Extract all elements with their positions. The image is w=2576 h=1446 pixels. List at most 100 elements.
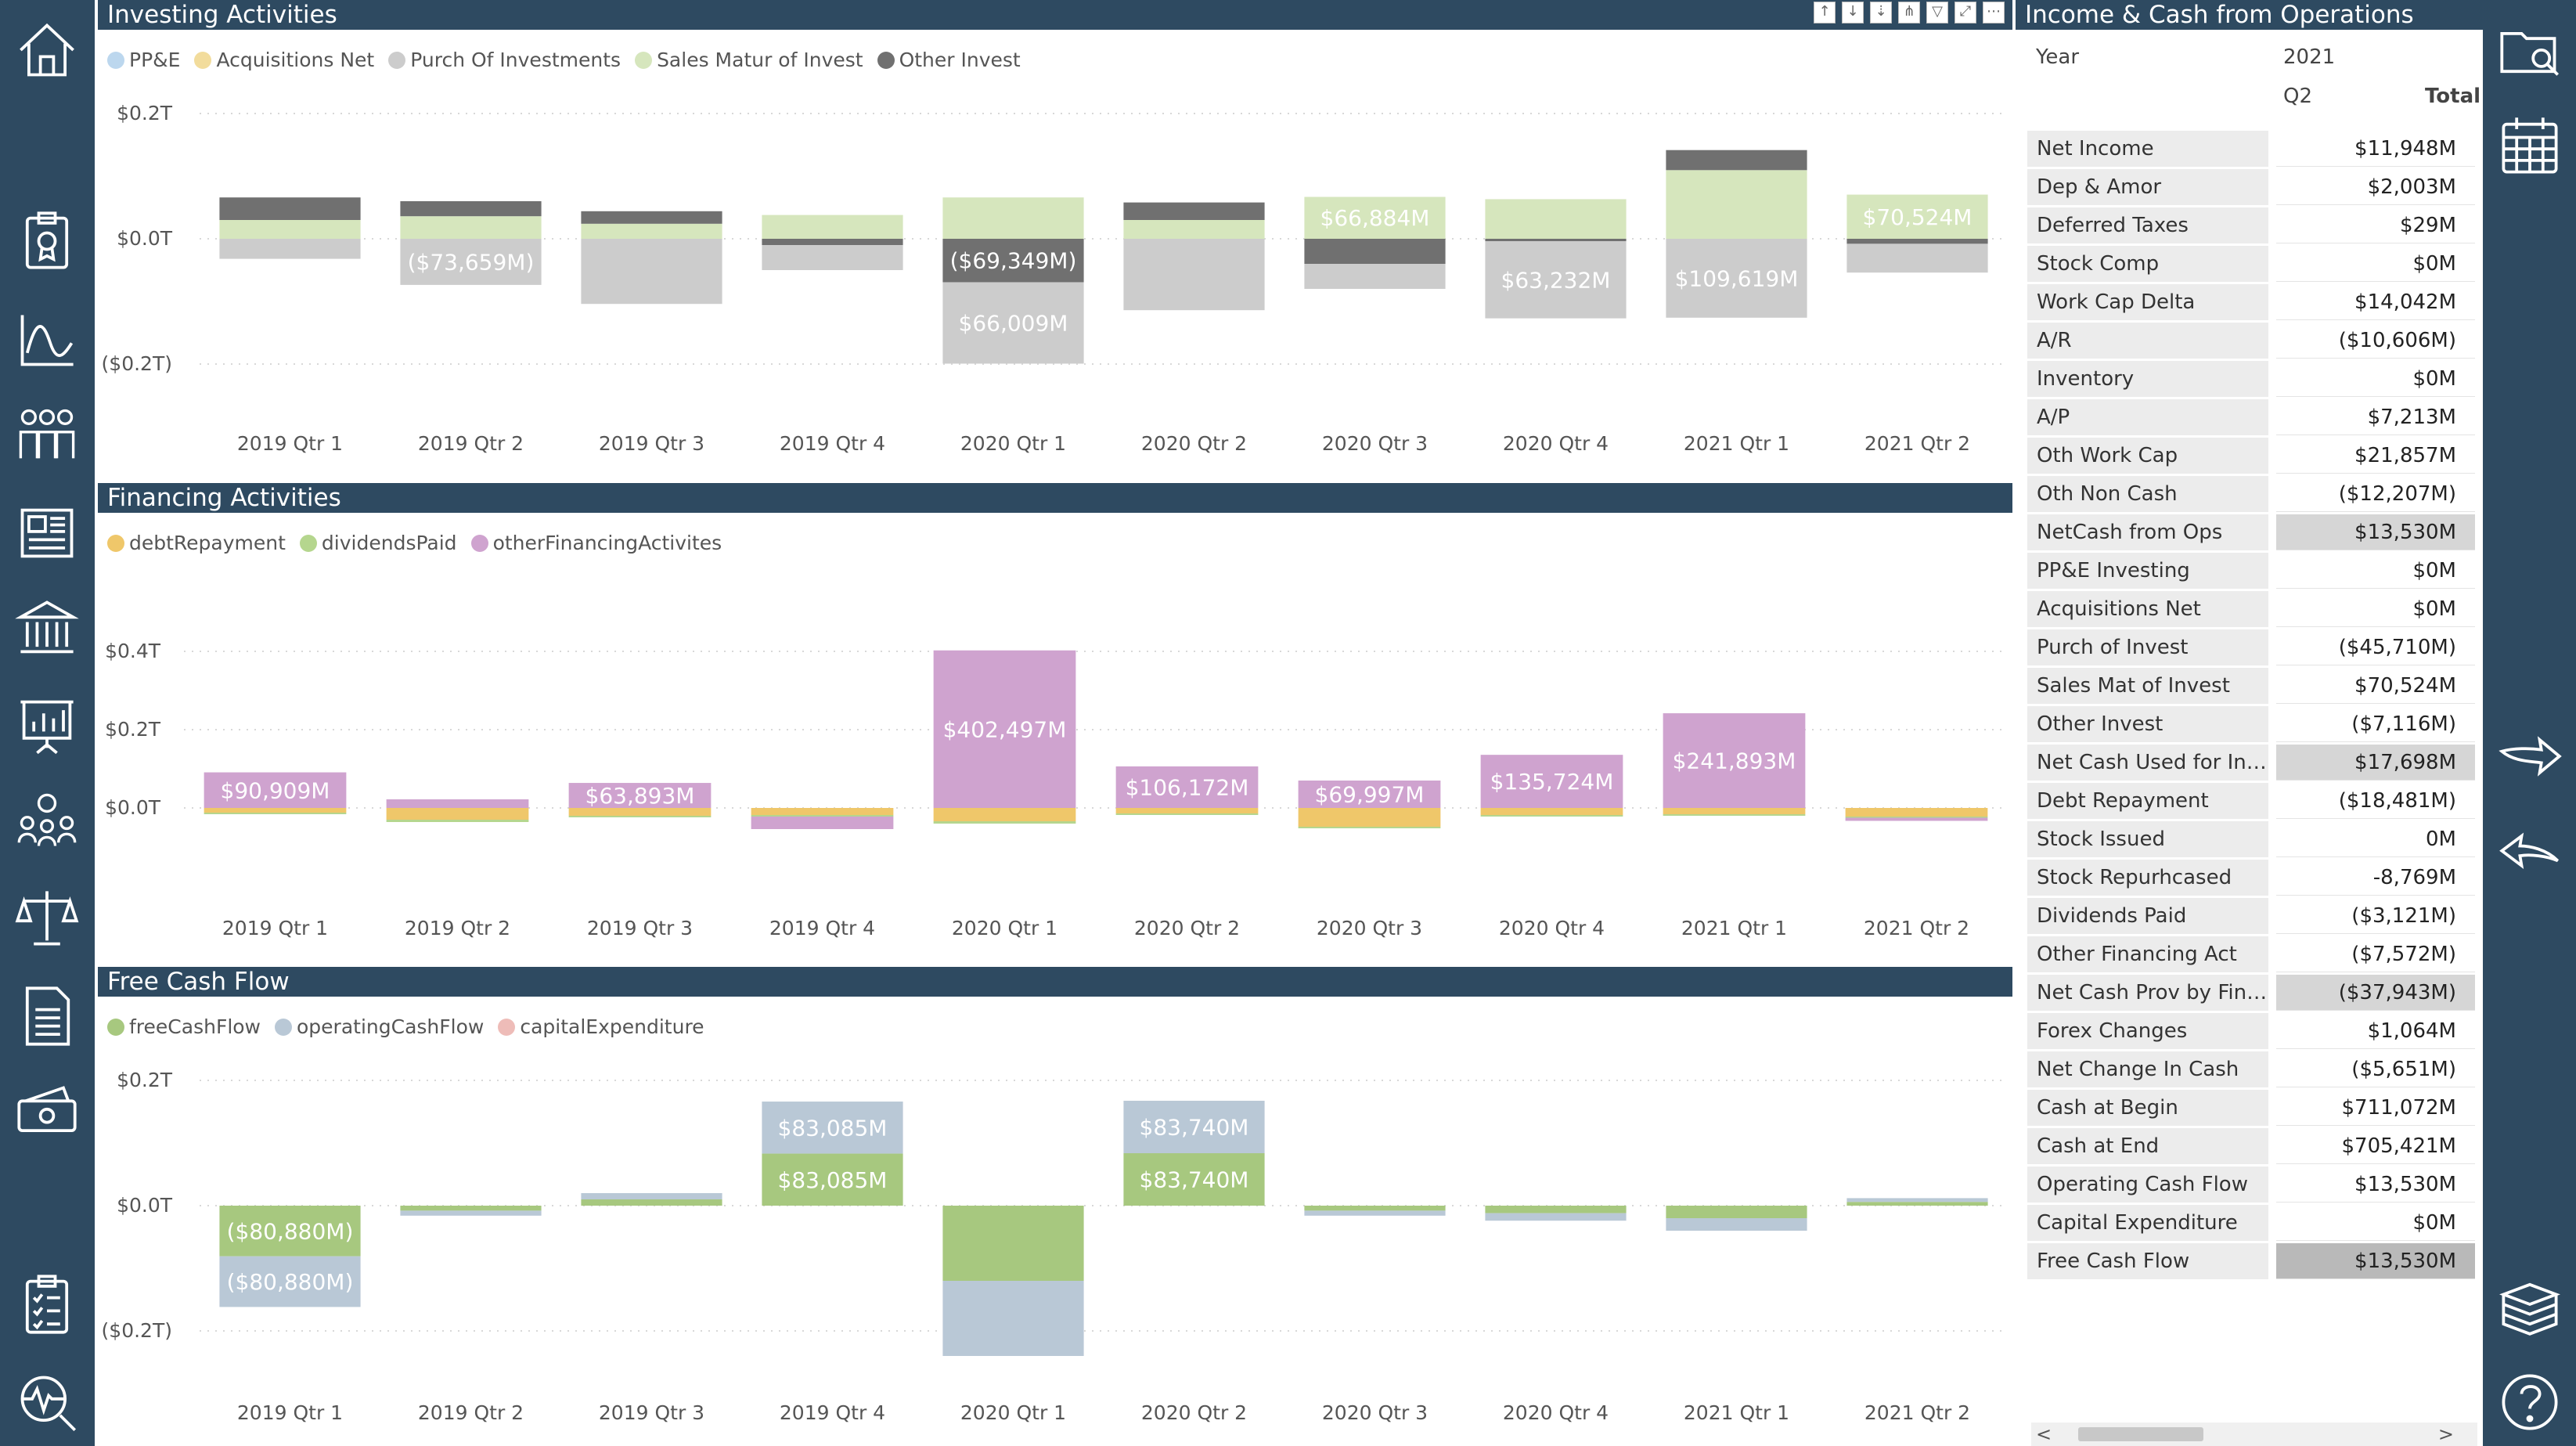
- line-chart-icon[interactable]: [11, 304, 83, 376]
- bar-segment[interactable]: [568, 816, 712, 817]
- money-icon[interactable]: [11, 1076, 83, 1149]
- bar-segment[interactable]: [400, 201, 542, 217]
- arrow-left-icon[interactable]: [2494, 818, 2566, 890]
- bar-segment[interactable]: [751, 817, 894, 829]
- y-tick-label: $0.2T: [117, 102, 173, 124]
- bar-segment[interactable]: [1663, 814, 1806, 816]
- bar-segment[interactable]: [581, 239, 722, 305]
- bar-segment[interactable]: [1485, 199, 1627, 239]
- bar-segment[interactable]: [1298, 808, 1441, 827]
- x-category-label: 2019 Qtr 1: [222, 917, 328, 939]
- scroll-right-button[interactable]: >: [2438, 1423, 2454, 1446]
- x-category-label: 2020 Qtr 4: [1499, 917, 1605, 939]
- bar-segment[interactable]: [219, 220, 361, 239]
- folder-search-icon[interactable]: [2494, 16, 2566, 88]
- bar-segment[interactable]: [942, 1281, 1084, 1356]
- bar-segment[interactable]: [400, 1206, 542, 1211]
- bar-segment[interactable]: [204, 813, 347, 814]
- matrix-row-value: ($45,710M): [2276, 629, 2475, 665]
- help-icon[interactable]: [2494, 1366, 2566, 1438]
- bar-segment[interactable]: [1115, 808, 1259, 813]
- bar-segment[interactable]: [219, 239, 361, 259]
- bar-segment[interactable]: [581, 223, 722, 239]
- investing-activities-visual[interactable]: Investing Activities ↑ ↓ ⇣ ⋔ ▽ ⤢ ⋯ PP&E …: [98, 0, 2012, 481]
- checklist-icon[interactable]: [11, 1268, 83, 1340]
- matrix-row-label: Work Cap Delta: [2027, 284, 2268, 320]
- bar-segment[interactable]: [386, 799, 529, 808]
- bar-segment[interactable]: [762, 239, 903, 245]
- scrollbar-thumb[interactable]: [2078, 1427, 2203, 1441]
- books-stack-icon[interactable]: [2494, 1268, 2566, 1340]
- bar-segment[interactable]: [1846, 1198, 1988, 1203]
- scroll-left-button[interactable]: <: [2036, 1423, 2052, 1446]
- bar-segment[interactable]: [581, 211, 722, 224]
- bar-segment[interactable]: [581, 1199, 722, 1206]
- bar-segment[interactable]: [1846, 1202, 1988, 1206]
- bar-segment[interactable]: [1485, 1206, 1627, 1213]
- matrix-row-value: $2,003M: [2276, 169, 2475, 205]
- bar-segment[interactable]: [1846, 239, 1988, 244]
- bar-segment[interactable]: [1845, 817, 1988, 821]
- bar-segment[interactable]: [1485, 1213, 1627, 1221]
- bar-segment[interactable]: [762, 215, 903, 239]
- bar-segment[interactable]: [1298, 827, 1441, 828]
- bar-segment[interactable]: [400, 1210, 542, 1216]
- x-category-label: 2021 Qtr 2: [1864, 1401, 1970, 1424]
- calendar-icon[interactable]: [2494, 110, 2566, 182]
- bar-segment[interactable]: [204, 808, 347, 813]
- people-group-icon[interactable]: [11, 399, 83, 471]
- scales-icon[interactable]: [11, 882, 83, 954]
- bar-segment[interactable]: [1666, 150, 1807, 171]
- arrow-right-icon[interactable]: [2494, 720, 2566, 792]
- quarter-header[interactable]: Q2: [2283, 85, 2312, 108]
- bar-segment[interactable]: [1666, 1218, 1807, 1231]
- bar-segment[interactable]: [942, 197, 1084, 239]
- bar-segment[interactable]: [1304, 1210, 1446, 1216]
- bar-segment[interactable]: [581, 1193, 722, 1199]
- bar-segment[interactable]: [1846, 243, 1988, 273]
- health-monitor-icon[interactable]: [11, 1366, 83, 1438]
- year-header-value[interactable]: 2021: [2283, 45, 2335, 69]
- bar-segment[interactable]: [219, 197, 361, 220]
- bar-segment[interactable]: [568, 808, 712, 816]
- bar-segment[interactable]: [751, 808, 894, 815]
- bar-segment[interactable]: [942, 1206, 1084, 1281]
- bar-segment[interactable]: [1304, 1206, 1446, 1211]
- bar-segment[interactable]: [751, 815, 894, 817]
- bar-segment[interactable]: [386, 820, 529, 822]
- bar-segment[interactable]: [1115, 813, 1259, 815]
- bar-segment[interactable]: [933, 821, 1076, 824]
- bar-segment[interactable]: [933, 808, 1076, 821]
- bar-segment[interactable]: [1666, 170, 1807, 239]
- bank-icon[interactable]: [11, 593, 83, 665]
- bar-segment[interactable]: [1480, 815, 1623, 817]
- bar-segment[interactable]: [386, 808, 529, 820]
- total-header[interactable]: Total: [2425, 85, 2481, 108]
- bar-segment[interactable]: [1845, 817, 1988, 818]
- bar-segment[interactable]: [1123, 220, 1265, 239]
- bar-segment[interactable]: [1845, 808, 1988, 817]
- team-idea-icon[interactable]: [11, 785, 83, 857]
- bar-segment[interactable]: [400, 216, 542, 239]
- free-cash-flow-visual[interactable]: Free Cash Flow freeCashFlow operatingCas…: [98, 967, 2012, 1446]
- presentation-icon[interactable]: [11, 689, 83, 761]
- horizontal-scrollbar[interactable]: < >: [2031, 1423, 2477, 1446]
- document-icon[interactable]: [11, 980, 83, 1052]
- bar-segment[interactable]: [1123, 202, 1265, 220]
- bar-segment[interactable]: [1480, 808, 1623, 815]
- home-icon[interactable]: [11, 14, 83, 86]
- data-label: $106,172M: [1126, 774, 1249, 800]
- bar-segment[interactable]: [1663, 808, 1806, 814]
- income-cash-ops-matrix[interactable]: Income & Cash from Operations Year 2021 …: [2016, 0, 2483, 1446]
- bar-segment[interactable]: [1123, 239, 1265, 311]
- financing-activities-visual[interactable]: Financing Activities debtRepayment divid…: [98, 483, 2012, 964]
- bar-segment[interactable]: [762, 245, 903, 270]
- clipboard-award-icon[interactable]: [11, 205, 83, 277]
- bar-segment[interactable]: [1485, 239, 1627, 242]
- newspaper-icon[interactable]: [11, 497, 83, 569]
- x-category-label: 2021 Qtr 2: [1864, 917, 1969, 939]
- bar-segment[interactable]: [1304, 239, 1446, 264]
- bar-segment[interactable]: [1666, 1206, 1807, 1218]
- bar-segment[interactable]: [1304, 264, 1446, 289]
- x-category-label: 2020 Qtr 3: [1322, 432, 1428, 455]
